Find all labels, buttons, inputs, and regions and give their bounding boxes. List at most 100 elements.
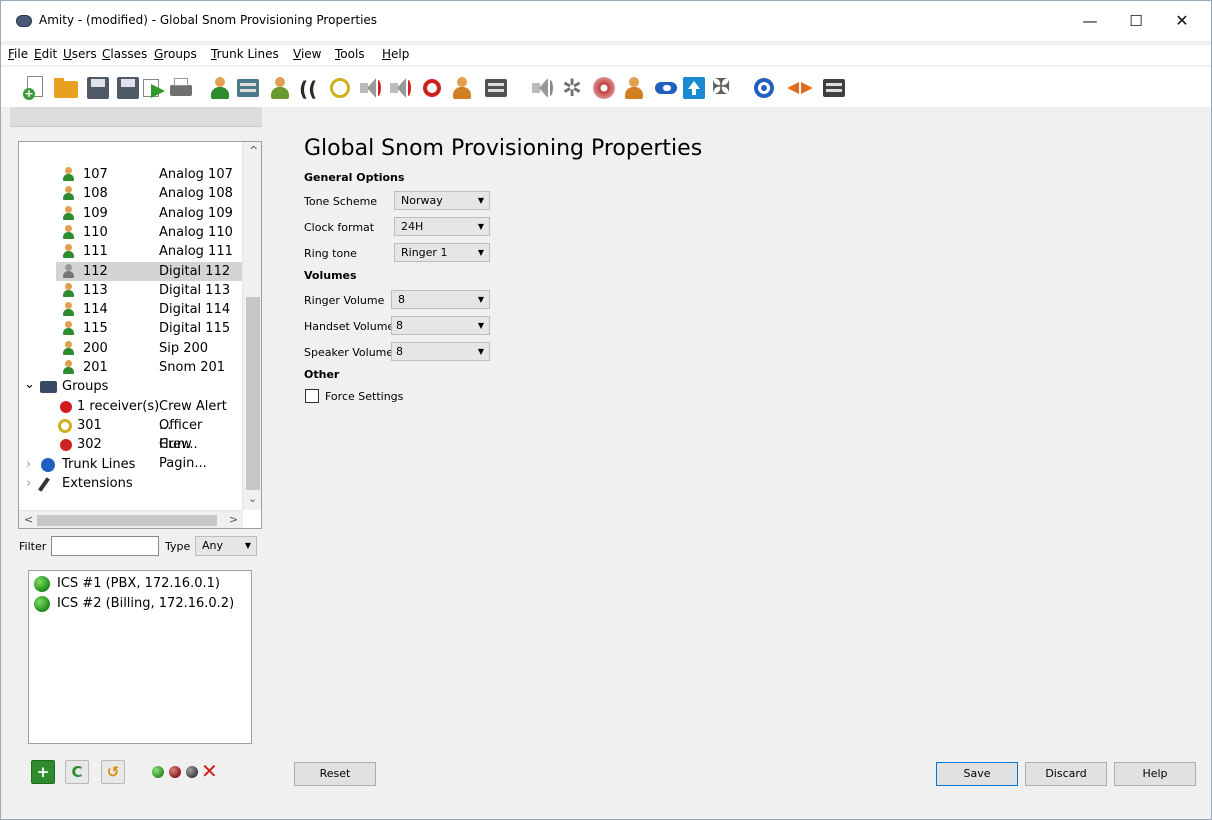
menu-edit[interactable]: Edit bbox=[34, 47, 57, 61]
chevron-down-icon: ▼ bbox=[477, 222, 484, 231]
tree-user-item[interactable]: 108 Analog 108 bbox=[56, 184, 242, 203]
gear-icon[interactable]: ✲ bbox=[561, 75, 587, 101]
upload-arrow-icon[interactable] bbox=[681, 75, 707, 101]
tree-user-item[interactable]: 111 Analog 111 bbox=[56, 242, 242, 261]
tree-user-item[interactable]: 115 Digital 115 bbox=[56, 319, 242, 338]
menu-help-label: elp bbox=[391, 47, 410, 61]
link-arrow-icon[interactable] bbox=[653, 75, 679, 101]
menu-file[interactable]: File bbox=[8, 47, 28, 61]
alarm-icon[interactable] bbox=[419, 75, 445, 101]
vertical-scrollbar[interactable]: ^ ⌄ bbox=[242, 142, 261, 510]
menu-view-label: iew bbox=[300, 47, 322, 61]
user-card-icon[interactable] bbox=[235, 75, 261, 101]
trunk-network-icon[interactable] bbox=[751, 75, 777, 101]
clock-format-select[interactable]: 24H ▼ bbox=[394, 217, 490, 236]
tree-extensions-node[interactable]: › Extensions bbox=[22, 474, 246, 493]
hunt-group-icon[interactable] bbox=[327, 75, 353, 101]
minimize-button[interactable]: — bbox=[1067, 7, 1113, 35]
scroll-left-icon[interactable]: < bbox=[24, 513, 33, 526]
ringer-volume-select[interactable]: 8 ▼ bbox=[391, 290, 490, 309]
tree-user-item[interactable]: 110 Analog 110 bbox=[56, 223, 242, 242]
vertical-scroll-thumb[interactable] bbox=[246, 297, 260, 490]
scroll-down-icon[interactable]: ⌄ bbox=[248, 492, 257, 505]
tools-icon[interactable]: ✠ bbox=[711, 75, 737, 101]
tree-user-item[interactable]: 113 Digital 113 bbox=[56, 281, 242, 300]
tree-user-item[interactable]: 112 Digital 112 bbox=[56, 261, 242, 281]
menu-classes[interactable]: Classes bbox=[102, 47, 147, 61]
tree-user-item[interactable]: 109 Analog 109 bbox=[56, 204, 242, 223]
menu-help[interactable]: Help bbox=[382, 47, 409, 61]
scroll-up-icon[interactable]: ^ bbox=[249, 144, 258, 157]
menu-view[interactable]: View bbox=[293, 47, 321, 61]
force-settings-checkbox[interactable] bbox=[305, 389, 319, 403]
discard-button[interactable]: Discard bbox=[1025, 762, 1107, 786]
menu-trunk-lines[interactable]: Trunk Lines bbox=[211, 47, 279, 61]
server-rack-icon[interactable] bbox=[821, 75, 847, 101]
disc-icon[interactable] bbox=[591, 75, 617, 101]
menu-groups-label: roups bbox=[163, 47, 197, 61]
directory-tree[interactable]: 107 Analog 107 108 Analog 108 109 Analog 109 1… bbox=[18, 141, 262, 529]
undo-button[interactable]: ↺ bbox=[101, 760, 125, 784]
speaker-icon[interactable] bbox=[357, 75, 383, 101]
status-online-icon bbox=[34, 596, 50, 612]
export-icon[interactable] bbox=[142, 75, 168, 101]
signal-icon[interactable]: (( bbox=[297, 75, 323, 101]
refresh-button[interactable]: C bbox=[65, 760, 89, 784]
tree-group-item[interactable]: 302 Crew Pagin... bbox=[56, 435, 242, 471]
tree-user-item[interactable]: 114 Digital 114 bbox=[56, 300, 242, 319]
open-folder-icon[interactable] bbox=[53, 75, 79, 101]
save-button[interactable]: Save bbox=[936, 762, 1018, 786]
status-gray-icon bbox=[186, 766, 198, 778]
tree-trunk-lines-node[interactable]: › Trunk Lines bbox=[22, 455, 246, 474]
server-list[interactable]: ICS #1 (PBX, 172.16.0.1) ICS #2 (Billing… bbox=[28, 570, 252, 744]
new-document-icon[interactable]: + bbox=[22, 75, 48, 101]
horizontal-scrollbar[interactable]: < > bbox=[19, 510, 243, 528]
users-group-icon[interactable] bbox=[267, 75, 293, 101]
delete-icon[interactable]: ✕ bbox=[201, 759, 218, 783]
back-forward-icon[interactable] bbox=[787, 75, 813, 101]
ringer-volume-value: 8 bbox=[398, 293, 405, 306]
user-icon bbox=[62, 205, 74, 221]
collapse-icon[interactable]: › bbox=[26, 474, 31, 493]
handset-volume-select[interactable]: 8 ▼ bbox=[391, 316, 490, 335]
tree-groups-node[interactable]: ⌄ Groups bbox=[22, 377, 246, 396]
user-pair-icon[interactable] bbox=[449, 75, 475, 101]
add-user-icon[interactable] bbox=[207, 75, 233, 101]
ring-tone-select[interactable]: Ringer 1 ▼ bbox=[394, 243, 490, 262]
tree-user-item[interactable]: 200 Sip 200 bbox=[56, 339, 242, 358]
menu-tools[interactable]: Tools bbox=[335, 47, 365, 61]
expand-icon[interactable]: ⌄ bbox=[24, 375, 35, 394]
collapse-icon[interactable]: › bbox=[26, 455, 31, 474]
speaker-network-icon[interactable] bbox=[529, 75, 555, 101]
speaker-volume-select[interactable]: 8 ▼ bbox=[391, 342, 490, 361]
tone-scheme-select[interactable]: Norway ▼ bbox=[394, 191, 490, 210]
tree-user-item[interactable]: 201 Snom 201 bbox=[56, 358, 242, 377]
reset-button[interactable]: Reset bbox=[294, 762, 376, 786]
add-server-button[interactable]: + bbox=[31, 760, 55, 784]
user-icon bbox=[62, 282, 74, 298]
tree-user-item[interactable]: 107 Analog 107 bbox=[56, 165, 242, 184]
save-as-disk-icon[interactable] bbox=[115, 75, 141, 101]
title-bar: Amity - (modified) - Global Snom Provisi… bbox=[1, 1, 1211, 41]
menu-groups[interactable]: Groups bbox=[154, 47, 197, 61]
trunk-lines-label: Trunk Lines bbox=[62, 456, 136, 472]
scroll-right-icon[interactable]: > bbox=[229, 513, 238, 526]
help-button[interactable]: Help bbox=[1114, 762, 1196, 786]
menu-edit-accel: E bbox=[34, 47, 42, 61]
close-button[interactable]: ✕ bbox=[1159, 7, 1205, 35]
type-select[interactable]: Any ▼ bbox=[195, 536, 257, 556]
tree-group-item[interactable]: 301 Officer Hun... bbox=[56, 416, 242, 452]
maximize-button[interactable]: ☐ bbox=[1113, 7, 1159, 35]
phone-box-icon[interactable] bbox=[483, 75, 509, 101]
status-green-icon bbox=[152, 766, 164, 778]
horizontal-scroll-thumb[interactable] bbox=[37, 515, 217, 526]
save-disk-icon[interactable] bbox=[85, 75, 111, 101]
tree-group-item[interactable]: 1 receiver(s) Crew Alert ... bbox=[56, 397, 242, 433]
user-name: Digital 114 bbox=[159, 302, 231, 318]
speaker-add-icon[interactable] bbox=[387, 75, 413, 101]
user-network-icon[interactable] bbox=[621, 75, 647, 101]
menu-users[interactable]: Users bbox=[63, 47, 97, 61]
speaker-volume-value: 8 bbox=[396, 345, 403, 358]
print-icon[interactable] bbox=[168, 75, 194, 101]
filter-input[interactable] bbox=[51, 536, 159, 556]
